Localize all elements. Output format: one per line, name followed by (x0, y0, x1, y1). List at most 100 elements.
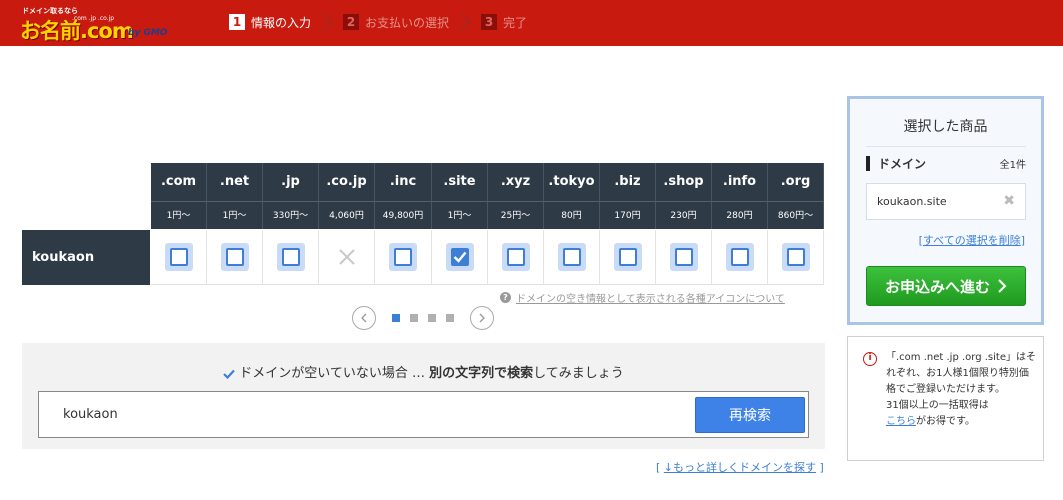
bulk-link[interactable]: こちら (886, 416, 916, 427)
step-chevron-icon (461, 13, 472, 31)
checkmark-icon (453, 251, 466, 263)
availability-cell (375, 230, 432, 285)
divider (866, 146, 1026, 147)
checkbox-box (281, 248, 300, 266)
availability-cell (544, 230, 600, 285)
tld-header: .com (151, 163, 207, 201)
domain-select-checkbox[interactable] (613, 243, 642, 271)
tld-price: 860円〜 (768, 201, 824, 229)
info-icon: i (863, 352, 877, 366)
section-marker (866, 156, 870, 171)
special-price-note: i 「.com .net .jp .org .site」はそれぞれ、お1人様1個… (847, 336, 1044, 461)
tld-header: .co.jp (319, 163, 375, 201)
checkbox-box (394, 248, 412, 266)
proceed-label: お申込みへ進む (884, 277, 990, 296)
chevron-left-icon (361, 313, 367, 323)
research-button[interactable]: 再検索 (695, 397, 805, 433)
checkbox-box (562, 248, 581, 266)
tld-header: .jp (263, 163, 319, 201)
hint-prefix: ドメインが空いていない場合 … (239, 366, 430, 381)
tld-price: 170円 (600, 201, 656, 229)
page-dot[interactable] (446, 314, 454, 322)
cart-section-header: ドメイン 全1件 (866, 155, 1026, 173)
page-dot[interactable] (392, 314, 400, 322)
row-query-label: koukaon (22, 230, 150, 285)
cart-item: koukaon.site ✖ (866, 183, 1026, 220)
tld-header: .xyz (488, 163, 544, 201)
note-line-1: 「.com .net .jp .org .site」はそれぞれ、お1人様1個限り… (886, 352, 1036, 395)
note-text: 「.com .net .jp .org .site」はそれぞれ、お1人様1個限り… (886, 350, 1036, 430)
remove-item-icon[interactable]: ✖ (1003, 193, 1015, 209)
availability-cell (600, 230, 656, 285)
note-line-3: がお得です。 (916, 416, 975, 427)
checkbox-box (169, 248, 188, 266)
more-search-link-text: ↓もっと詳しくドメインを探す (663, 461, 817, 474)
checkbox-box (225, 248, 244, 266)
chevron-right-icon (998, 279, 1007, 293)
step-chevron-icon (323, 13, 334, 31)
domain-select-checkbox[interactable] (445, 243, 474, 271)
step-complete: 3 完了 (481, 14, 527, 31)
page-dot[interactable] (410, 314, 418, 322)
page-dot[interactable] (428, 314, 436, 322)
domain-select-checkbox[interactable] (781, 243, 810, 271)
tld-header: .biz (600, 163, 656, 201)
onamae-logo[interactable]: ドメイン取るなら お名前.com .com .jp .co.jp by GMO (20, 6, 170, 43)
proceed-to-application-button[interactable]: お申込みへ進む (866, 266, 1026, 306)
availability-cell (151, 230, 207, 285)
progress-steps: 1 情報の入力 2 お支払いの選択 3 完了 (229, 12, 527, 32)
unavailable-x-icon (338, 249, 355, 265)
tld-header: .site (432, 163, 488, 201)
step-number: 3 (481, 14, 498, 30)
step-number: 2 (343, 14, 360, 30)
tld-header: .org (768, 163, 824, 201)
step-label: 完了 (503, 15, 528, 30)
step-number: 1 (229, 14, 245, 30)
domain-select-checkbox[interactable] (557, 243, 586, 271)
search-input[interactable] (39, 392, 679, 437)
bracket-close: ] (819, 461, 824, 474)
tld-price: 80円 (544, 201, 600, 229)
selected-items-panel: 選択した商品 ドメイン 全1件 koukaon.site ✖ [すべての選択を削… (847, 96, 1044, 325)
domain-select-checkbox[interactable] (725, 243, 754, 271)
header-bar: ドメイン取るなら お名前.com .com .jp .co.jp by GMO … (0, 0, 1063, 46)
domain-select-checkbox[interactable] (276, 243, 305, 271)
more-search-link[interactable]: [ ↓もっと詳しくドメインを探す ] (656, 459, 824, 475)
checkbox-box (618, 248, 637, 266)
search-field: 再検索 (38, 391, 809, 438)
research-hint: ドメインが空いていない場合 … 別の文字列で検索してみましょう (22, 362, 825, 381)
question-icon: ? (500, 292, 511, 303)
logo-tld-badges: .com .jp .co.jp (72, 15, 115, 22)
tld-price: 49,800円 (375, 201, 432, 229)
tld-header: .info (712, 163, 768, 201)
domain-select-checkbox[interactable] (501, 243, 530, 271)
domain-select-checkbox[interactable] (389, 243, 417, 271)
step-label: 情報の入力 (251, 15, 312, 30)
tld-header: .tokyo (544, 163, 600, 201)
clear-all-link[interactable]: [すべての選択を削除] (919, 232, 1025, 248)
help-link-text: ドメインの空き情報として表示される各種アイコンについて (516, 294, 785, 305)
tld-header: .shop (656, 163, 712, 201)
availability-cell (432, 230, 488, 285)
availability-cell (712, 230, 768, 285)
checkbox-box (506, 248, 525, 266)
icon-help-link[interactable]: ? ドメインの空き情報として表示される各種アイコンについて (500, 290, 785, 305)
tld-price: 230円 (656, 201, 712, 229)
domain-select-checkbox[interactable] (164, 243, 193, 271)
availability-cell (319, 230, 375, 285)
availability-cell (768, 230, 824, 285)
tld-price: 280円 (712, 201, 768, 229)
tld-header: .net (207, 163, 263, 201)
cart-title: 選択した商品 (903, 119, 988, 135)
next-page-button[interactable] (470, 306, 494, 330)
domain-select-checkbox[interactable] (669, 243, 698, 271)
table-pager (352, 306, 494, 330)
prev-page-button[interactable] (352, 306, 376, 330)
step-payment: 2 お支払いの選択 (343, 14, 449, 31)
step-label: お支払いの選択 (365, 15, 450, 30)
clear-all-link-text: すべての選択を削除 (922, 234, 1021, 247)
cart-count: 全1件 (999, 160, 1026, 171)
domain-select-checkbox[interactable] (220, 243, 249, 271)
checkbox-box (674, 248, 693, 266)
checkbox-box (786, 248, 805, 266)
